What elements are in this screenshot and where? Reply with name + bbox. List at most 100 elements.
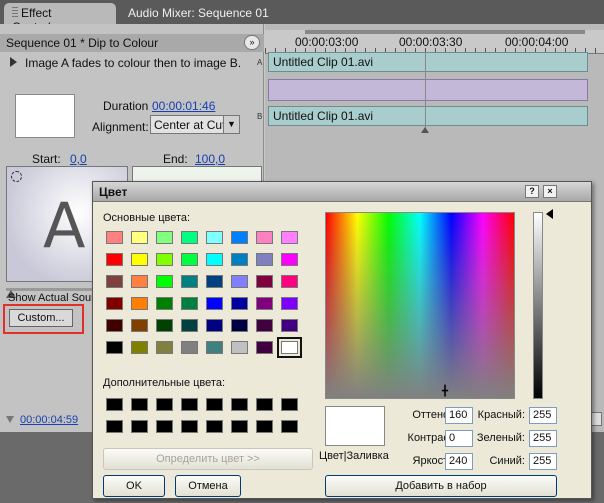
basic-color-swatch[interactable] <box>281 253 298 266</box>
basic-color-swatch[interactable] <box>106 297 123 310</box>
custom-color-swatch[interactable] <box>231 398 248 411</box>
basic-color-swatch[interactable] <box>181 341 198 354</box>
luminance-pointer[interactable] <box>546 209 553 219</box>
current-timecode[interactable]: 00:00:04:59 <box>20 414 78 426</box>
basic-color-swatch[interactable] <box>156 231 173 244</box>
basic-color-swatch[interactable] <box>256 253 273 266</box>
red-field[interactable]: 255 <box>529 407 557 424</box>
end-value[interactable]: 100,0 <box>195 152 225 166</box>
basic-color-swatch[interactable] <box>206 319 223 332</box>
basic-color-swatch[interactable] <box>181 275 198 288</box>
custom-color-swatch[interactable] <box>156 420 173 433</box>
custom-color-swatch[interactable] <box>256 398 273 411</box>
basic-color-swatch[interactable] <box>277 337 302 358</box>
basic-color-swatch[interactable] <box>156 253 173 266</box>
basic-color-swatch[interactable] <box>181 319 198 332</box>
duration-value[interactable]: 00:00:01:46 <box>152 99 215 113</box>
custom-color-swatch[interactable] <box>231 420 248 433</box>
basic-color-swatch[interactable] <box>281 231 298 244</box>
basic-color-swatch[interactable] <box>131 275 148 288</box>
basic-color-swatch[interactable] <box>156 297 173 310</box>
basic-color-swatch[interactable] <box>131 253 148 266</box>
tab-audio-mixer[interactable]: Audio Mixer: Sequence 01 <box>120 3 290 24</box>
basic-color-swatch[interactable] <box>281 275 298 288</box>
basic-color-swatch[interactable] <box>131 319 148 332</box>
basic-color-swatch[interactable] <box>206 341 223 354</box>
blue-field[interactable]: 255 <box>529 453 557 470</box>
basic-color-swatch[interactable] <box>206 275 223 288</box>
basic-color-swatch[interactable] <box>181 231 198 244</box>
basic-color-swatch[interactable] <box>181 253 198 266</box>
color-spectrum[interactable] <box>325 212 515 399</box>
transition-track[interactable] <box>268 79 588 101</box>
basic-color-swatch[interactable] <box>156 319 173 332</box>
basic-color-swatch[interactable] <box>231 297 248 310</box>
dialog-title-bar[interactable]: Цвет ? × <box>93 182 591 202</box>
basic-color-swatch[interactable] <box>106 319 123 332</box>
basic-color-swatch[interactable] <box>106 341 123 354</box>
clip-track-b[interactable]: Untitled Clip 01.avi <box>268 106 588 126</box>
filter-icon[interactable] <box>6 416 14 423</box>
custom-color-swatch[interactable] <box>281 398 298 411</box>
show-timeline-button[interactable]: » <box>244 35 260 50</box>
basic-color-swatch[interactable] <box>181 297 198 310</box>
custom-color-swatch[interactable] <box>206 398 223 411</box>
basic-color-swatch[interactable] <box>131 341 148 354</box>
time-ruler[interactable]: 00:00:03:00 00:00:03:30 00:00:04:00 <box>265 30 604 54</box>
tab-effect-controls[interactable]: Effect Controls× <box>4 3 116 34</box>
basic-color-swatch[interactable] <box>256 341 273 354</box>
custom-color-swatch[interactable] <box>106 398 123 411</box>
basic-color-swatch[interactable] <box>256 297 273 310</box>
basic-color-swatch[interactable] <box>281 319 298 332</box>
track-a-letter: A <box>257 58 263 67</box>
clip-track-a[interactable]: Untitled Clip 01.avi <box>268 52 588 72</box>
basic-color-swatch[interactable] <box>231 275 248 288</box>
basic-color-swatch[interactable] <box>281 297 298 310</box>
center-point-icon[interactable] <box>11 171 22 182</box>
basic-color-swatch[interactable] <box>231 253 248 266</box>
basic-color-swatch[interactable] <box>156 275 173 288</box>
basic-color-swatch[interactable] <box>256 319 273 332</box>
custom-color-swatch[interactable] <box>181 398 198 411</box>
custom-color-swatch[interactable] <box>206 420 223 433</box>
close-button[interactable]: × <box>543 185 557 198</box>
basic-color-swatch[interactable] <box>206 231 223 244</box>
green-field[interactable]: 255 <box>529 430 557 447</box>
ok-button[interactable]: OK <box>103 475 165 497</box>
custom-color-swatch[interactable] <box>156 398 173 411</box>
basic-color-swatch[interactable] <box>256 231 273 244</box>
basic-color-swatch[interactable] <box>206 253 223 266</box>
define-custom-color-button[interactable]: Определить цвет >> <box>103 448 313 470</box>
custom-color-swatch[interactable] <box>131 398 148 411</box>
basic-color-swatch[interactable] <box>156 341 173 354</box>
add-to-custom-colors-button[interactable]: Добавить в набор <box>325 475 557 497</box>
work-area-bar[interactable] <box>305 30 585 34</box>
start-value[interactable]: 0,0 <box>70 152 87 166</box>
playhead-marker[interactable] <box>421 127 429 133</box>
custom-color-swatch[interactable] <box>106 420 123 433</box>
tab-grip-icon[interactable] <box>12 7 18 18</box>
basic-color-swatch[interactable] <box>106 231 123 244</box>
custom-color-swatch[interactable] <box>281 420 298 433</box>
end-label: End: <box>163 152 188 166</box>
basic-color-swatch[interactable] <box>131 297 148 310</box>
custom-color-swatch[interactable] <box>256 420 273 433</box>
basic-color-swatch[interactable] <box>106 275 123 288</box>
help-button[interactable]: ? <box>525 185 539 198</box>
custom-color-swatch[interactable] <box>181 420 198 433</box>
basic-color-swatch[interactable] <box>106 253 123 266</box>
playhead-line[interactable] <box>425 52 426 132</box>
custom-color-swatch[interactable] <box>131 420 148 433</box>
play-preview-icon[interactable] <box>10 57 17 67</box>
basic-color-swatch[interactable] <box>256 275 273 288</box>
cancel-button[interactable]: Отмена <box>175 475 241 497</box>
basic-color-swatch[interactable] <box>231 319 248 332</box>
basic-color-swatch[interactable] <box>231 341 248 354</box>
basic-color-swatch[interactable] <box>206 297 223 310</box>
basic-color-swatch[interactable] <box>231 231 248 244</box>
luminance-slider[interactable] <box>533 212 543 399</box>
alignment-select[interactable]: Center at Cut ▼ <box>150 115 240 134</box>
basic-color-swatch[interactable] <box>131 231 148 244</box>
chevron-down-icon[interactable]: ▼ <box>223 116 239 133</box>
crosshair-icon[interactable]: ╋ <box>442 387 448 397</box>
